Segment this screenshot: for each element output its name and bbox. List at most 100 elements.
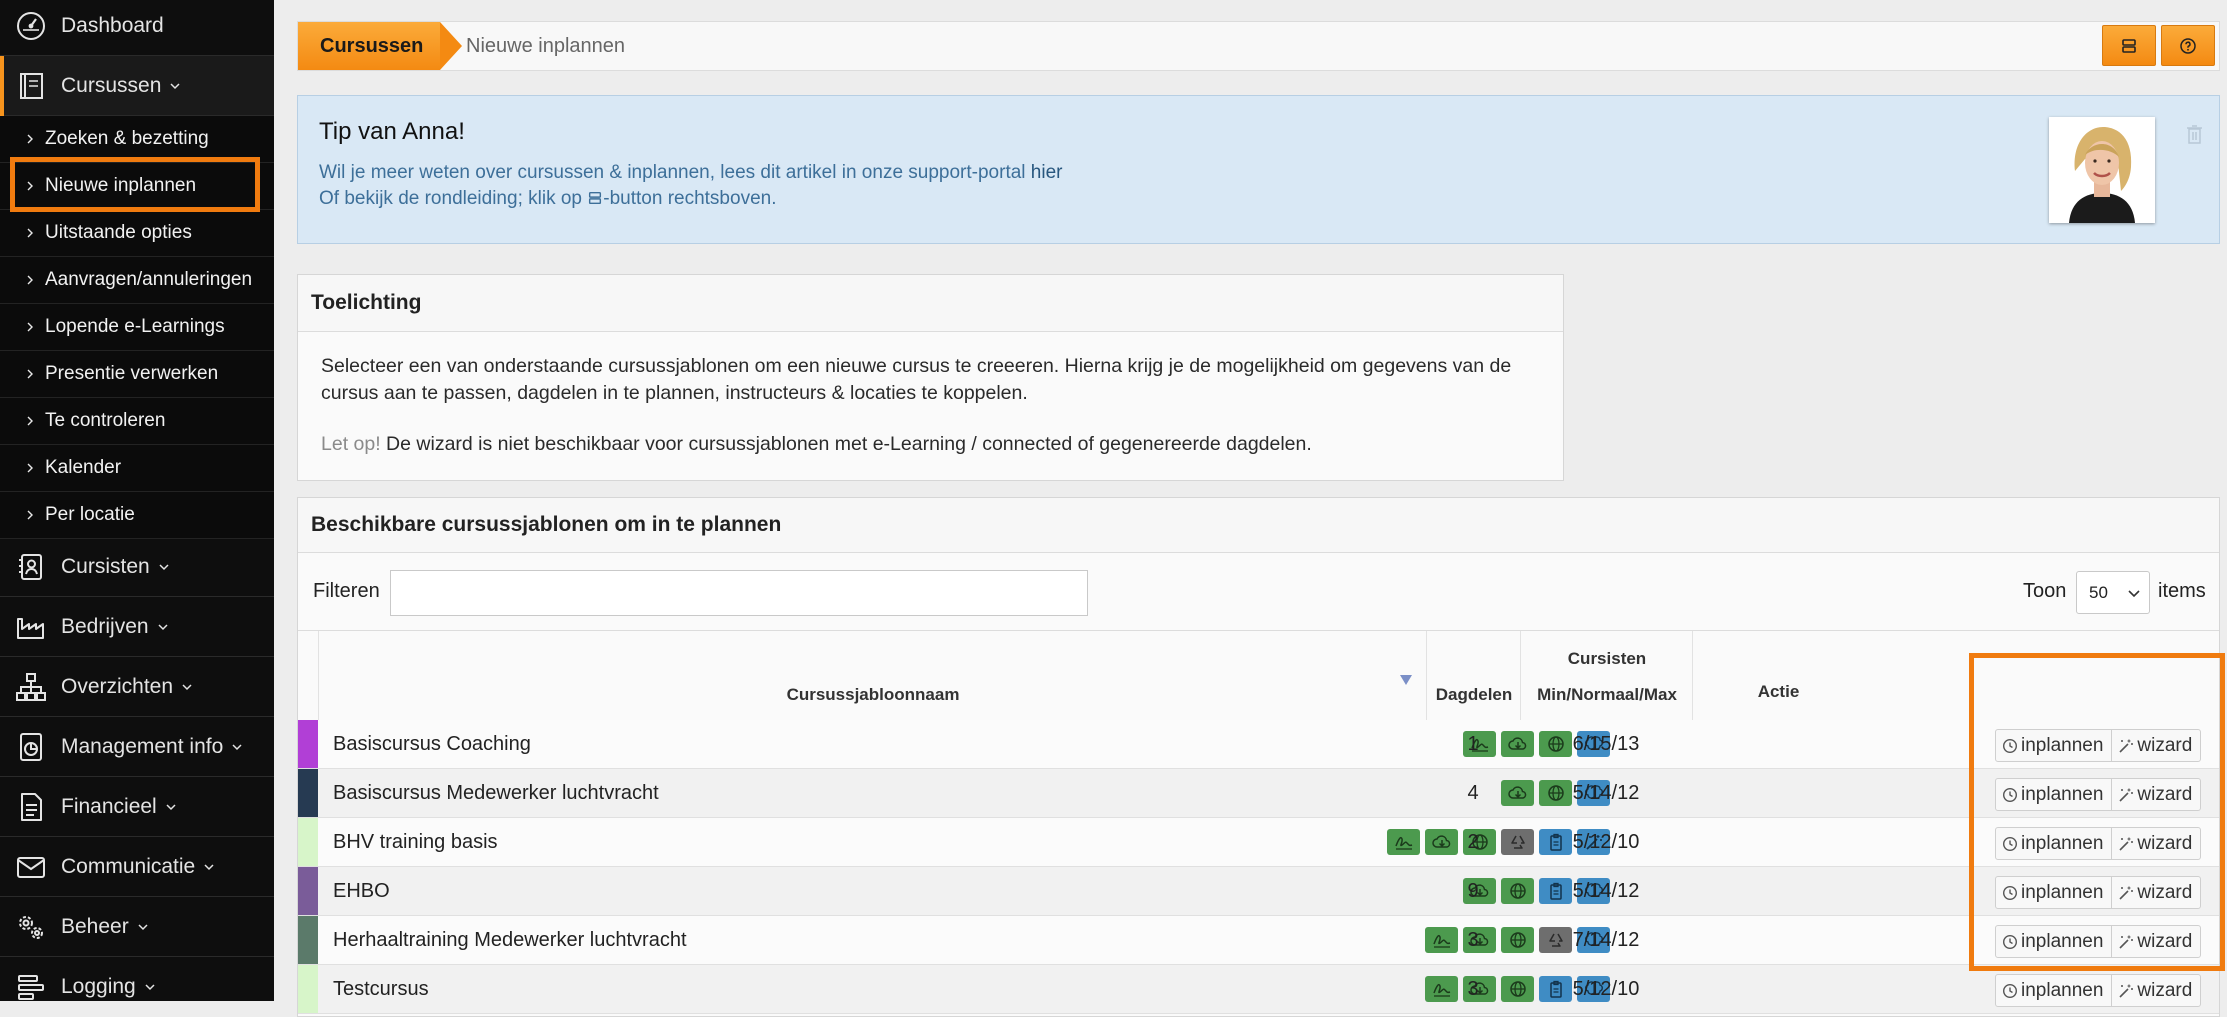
template-name: Testcursus xyxy=(333,977,429,1000)
sidebar-item[interactable]: Overzichten xyxy=(0,657,274,717)
chevron-right-icon xyxy=(27,275,33,285)
sidebar-subitem-label: Uitstaande opties xyxy=(45,222,192,243)
sidebar-item-label: Logging xyxy=(61,974,136,998)
chevron-down-icon xyxy=(232,743,242,750)
sidebar-item-label: Bedrijven xyxy=(61,614,149,638)
toelichting-title: Toelichting xyxy=(298,275,1563,332)
sidebar-item[interactable]: Bedrijven xyxy=(0,597,274,657)
cursisten-value: 5/12/10 xyxy=(1572,830,1640,853)
dagdelen-value: 1 xyxy=(1467,732,1479,755)
help-button[interactable] xyxy=(2161,25,2215,66)
chevron-down-icon xyxy=(170,82,180,89)
sidebar-subitem[interactable]: Zoeken & bezetting xyxy=(0,116,274,163)
wizard-button[interactable]: wizard xyxy=(2111,975,2200,1006)
color-swatch xyxy=(298,818,318,866)
inplannen-label: inplannen xyxy=(2021,979,2104,1001)
sidebar-subitem-label: Per locatie xyxy=(45,504,135,525)
sidebar-subitem-label: Aanvragen/annuleringen xyxy=(45,269,253,290)
document-icon xyxy=(14,790,48,824)
sidebar-subitem[interactable]: Te controleren xyxy=(0,398,274,445)
filter-input[interactable] xyxy=(390,570,1088,616)
color-swatch xyxy=(298,720,318,768)
chevron-down-icon xyxy=(138,923,148,930)
chevron-right-icon xyxy=(27,322,33,332)
sidebar-item[interactable]: Communicatie xyxy=(0,837,274,897)
cursisten-value: 5/14/12 xyxy=(1572,781,1640,804)
dagdelen-value: 2 xyxy=(1467,830,1479,853)
table-row[interactable]: Herhaaltraining Medewerker luchtvracht 3 7… xyxy=(298,916,2219,965)
column-header-dagdelen[interactable]: Dagdelen xyxy=(1426,631,1520,720)
sidebar: Dashboard Cursussen Zoeken & bezetting Ni… xyxy=(0,0,274,1001)
sidebar-subitem[interactable]: Kalender xyxy=(0,445,274,492)
breadcrumb-current: Nieuwe inplannen xyxy=(466,34,626,57)
tour-button[interactable] xyxy=(2102,25,2156,66)
sidebar-subitem[interactable]: Presentie verwerken xyxy=(0,351,274,398)
table-row[interactable]: Basiscursus Medewerker luchtvracht 4 5/14/… xyxy=(298,769,2219,818)
breadcrumb-bar: Cursussen Nieuwe inplannen xyxy=(297,21,2220,71)
table-row[interactable]: BHV training basis 2 5/12/10 inplannen wizar… xyxy=(298,818,2219,867)
color-swatch xyxy=(298,867,318,915)
sidebar-subitem-label: Zoeken & bezetting xyxy=(45,128,209,149)
factory-icon xyxy=(14,610,48,644)
wizard-label: wizard xyxy=(2137,979,2193,1001)
org-chart-icon xyxy=(14,670,48,704)
template-name: Basiscursus Medewerker luchtvracht xyxy=(333,781,659,804)
color-swatch xyxy=(298,916,318,964)
sidebar-item[interactable]: Beheer xyxy=(0,897,274,957)
sidebar-subitem[interactable]: Uitstaande opties xyxy=(0,210,274,257)
sidebar-item-label: Financieel xyxy=(61,794,157,818)
sidebar-subitem[interactable]: Aanvragen/annuleringen xyxy=(0,257,274,304)
clock-icon xyxy=(2002,983,2018,998)
toelichting-panel: Toelichting Selecteer een van onderstaan… xyxy=(297,274,1564,481)
tip-line-2-pre: Of bekijk de rondleiding; klik op xyxy=(319,188,588,209)
letop-text: De wizard is niet beschikbaar voor cursu… xyxy=(380,433,1312,455)
chevron-right-icon xyxy=(27,510,33,520)
column-header-dagdelen-label: Dagdelen xyxy=(1435,685,1513,704)
chevron-down-icon xyxy=(2128,590,2140,598)
sidebar-item[interactable]: Financieel xyxy=(0,777,274,837)
tip-support-link[interactable]: hier xyxy=(1031,162,1063,183)
tip-panel: Tip van Anna! Wil je meer weten over cur… xyxy=(297,95,2220,244)
column-header-actie: Actie xyxy=(1692,631,1863,720)
contact-card-icon xyxy=(14,550,48,584)
trash-icon[interactable] xyxy=(2186,124,2203,144)
question-icon xyxy=(2180,37,2196,54)
tip-line-2: Of bekijk de rondleiding; klik op -butto… xyxy=(319,188,776,210)
column-header-name[interactable]: Cursussjabloonnaam xyxy=(318,631,1426,720)
inplannen-button[interactable]: inplannen xyxy=(1996,975,2111,1006)
sidebar-item-cursussen[interactable]: Cursussen xyxy=(0,56,274,116)
envelope-icon xyxy=(14,850,48,884)
tip-line-1: Wil je meer weten over cursussen & inpla… xyxy=(319,162,1062,184)
sidebar-item[interactable]: Management info xyxy=(0,717,274,777)
templates-panel: Beschikbare cursussjablonen om in te pla… xyxy=(297,497,2220,1017)
chevron-down-icon xyxy=(166,803,176,810)
sidebar-subitem[interactable]: Lopende e-Learnings xyxy=(0,304,274,351)
sidebar-item-label: Cursisten xyxy=(61,554,150,578)
table-row[interactable]: EHBO 9 5/14/12 inplannen wizard xyxy=(298,867,2219,916)
table-row[interactable]: Testcursus 3 5/12/10 inplannen wizard xyxy=(298,965,2219,1014)
tip-line-1-text: Wil je meer weten over cursussen & inpla… xyxy=(319,162,1031,183)
gears-icon xyxy=(14,910,48,944)
chevron-right-icon xyxy=(27,369,33,379)
page-size-select[interactable]: 50 xyxy=(2076,571,2150,614)
toelichting-note: Let op! De wizard is niet beschikbaar vo… xyxy=(321,433,1312,456)
sidebar-item[interactable]: Cursisten xyxy=(0,537,274,597)
sidebar-subitem[interactable]: Per locatie xyxy=(0,492,274,539)
signature-icon xyxy=(1387,829,1420,855)
cursisten-value: 5/12/10 xyxy=(1572,977,1640,1000)
sidebar-item-dashboard[interactable]: Dashboard xyxy=(0,0,274,56)
highlight-nieuwe-inplannen xyxy=(10,157,260,212)
color-swatch xyxy=(298,769,318,817)
column-header-actie-label: Actie xyxy=(1757,682,1800,701)
cursisten-value: 7/14/12 xyxy=(1572,928,1640,951)
book-icon xyxy=(14,69,48,103)
sidebar-item[interactable]: Logging xyxy=(0,957,274,1001)
cursisten-value: 5/14/12 xyxy=(1572,879,1640,902)
highlight-actie-column xyxy=(1969,653,2225,971)
tip-title: Tip van Anna! xyxy=(319,118,465,145)
page-size-value: 50 xyxy=(2089,582,2108,602)
column-header-cursisten[interactable]: Cursisten Min/Normaal/Max xyxy=(1520,631,1692,720)
breadcrumb-cursussen[interactable]: Cursussen xyxy=(298,22,440,70)
table-row[interactable]: Basiscursus Coaching 1 6/15/13 inplannen wiz… xyxy=(298,720,2219,769)
cursisten-value: 6/15/13 xyxy=(1572,732,1640,755)
